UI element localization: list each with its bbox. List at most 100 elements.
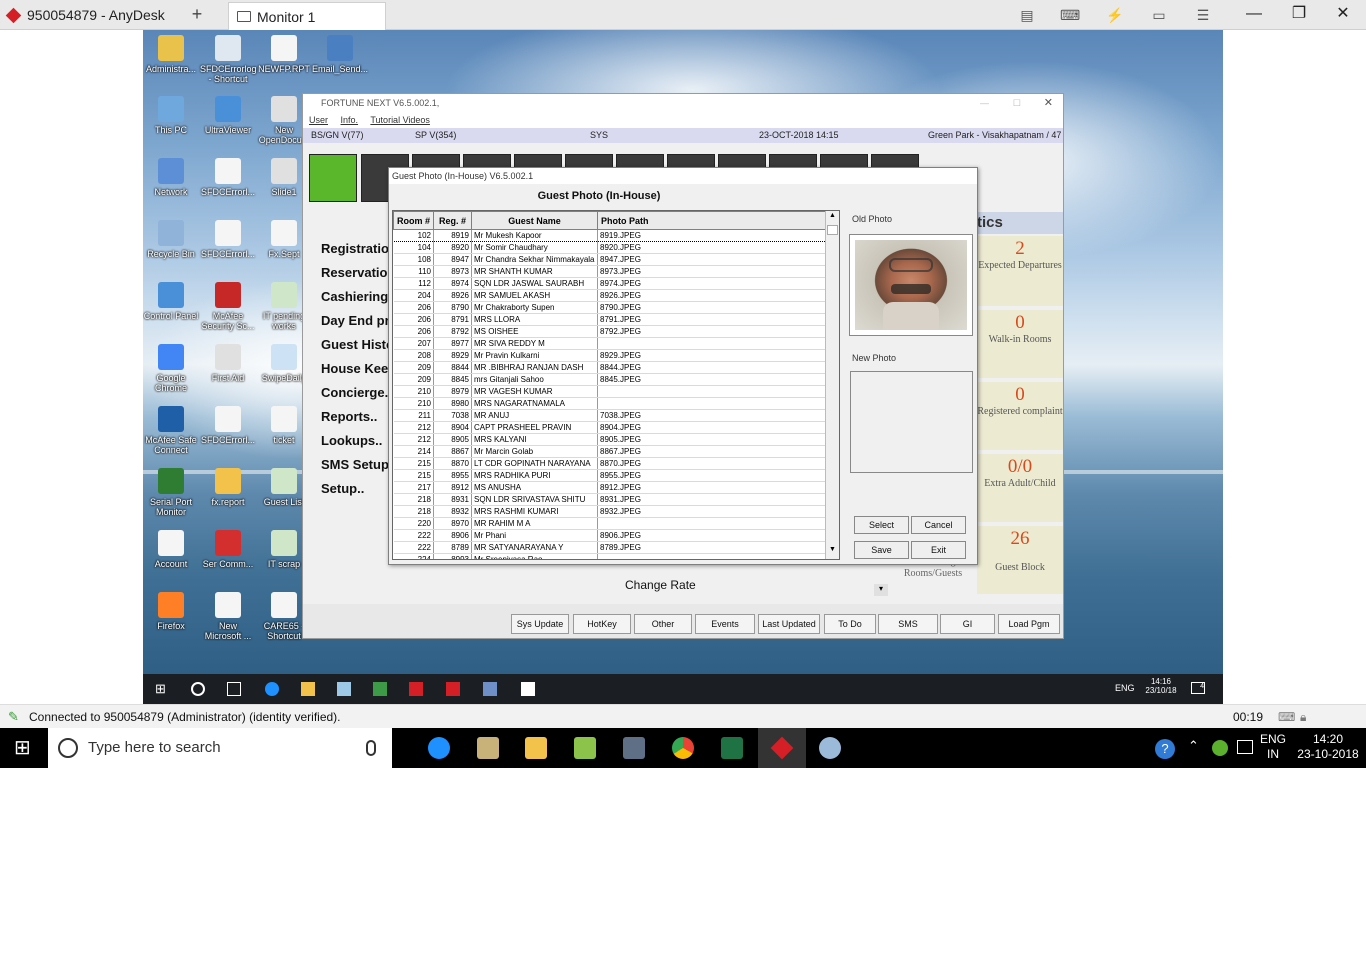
table-row[interactable]: 209 8844 MR .BIBHRAJ RANJAN DASH 8844.JPEG <box>393 361 826 374</box>
table-row[interactable]: 217 8912 MS ANUSHA 8912.JPEG <box>393 481 826 494</box>
desktop-icon[interactable]: Recycle Bin <box>143 220 199 259</box>
guest-grid-scrollbar[interactable]: ▲ ▼ <box>825 211 839 559</box>
desktop-icon[interactable]: Serial Port Monitor <box>143 468 199 517</box>
remote-network-app-icon[interactable] <box>483 682 497 696</box>
display-icon[interactable]: ▭ <box>1149 5 1169 25</box>
bottom-toolbar-button[interactable]: Sys Update <box>511 614 569 634</box>
new-photo-frame[interactable] <box>850 371 973 473</box>
remote-notification-icon[interactable]: 4 <box>1191 682 1205 694</box>
table-row[interactable]: 218 8932 MRS RASHMI KUMARI 8932.JPEG <box>393 505 826 518</box>
left-menu-item[interactable]: Cashiering.. <box>307 285 397 309</box>
scroll-thumb[interactable] <box>827 225 838 235</box>
select-button[interactable]: Select <box>854 516 909 534</box>
table-row[interactable]: 214 8867 Mr Marcin Golab 8867.JPEG <box>393 445 826 458</box>
table-row[interactable]: 108 8947 Mr Chandra Sekhar Nimmakayala 8947… <box>393 253 826 266</box>
fortune-maximize-icon[interactable]: ☐ <box>1013 94 1021 112</box>
desktop-icon[interactable]: Administra... <box>143 35 199 74</box>
table-row[interactable]: 212 8905 MRS KALYANI 8905.JPEG <box>393 433 826 446</box>
chat-icon[interactable]: ▤ <box>1017 5 1037 25</box>
start-icon[interactable]: ⊞ <box>14 737 36 759</box>
desktop-icon[interactable]: McAfee Security Sc... <box>200 282 256 331</box>
table-row[interactable]: 207 8977 MR SIVA REDDY M <box>393 337 826 350</box>
table-row[interactable]: 224 8993 Mr Sreenivasa Rao <box>393 553 826 559</box>
remote-app-icon[interactable] <box>337 682 351 696</box>
table-row[interactable]: 102 8919 Mr Mukesh Kapoor 8919.JPEG <box>393 229 826 242</box>
remote-fortune-icon[interactable] <box>521 682 535 696</box>
remote-start-icon[interactable]: ⊞ <box>155 682 169 696</box>
scroll-up-icon[interactable]: ▲ <box>827 212 838 223</box>
paint-icon[interactable] <box>819 737 841 759</box>
left-menu-item[interactable]: SMS Setup.. <box>307 453 397 477</box>
left-menu-item[interactable]: Lookups.. <box>307 429 397 453</box>
minimize-icon[interactable]: — <box>1234 2 1274 26</box>
table-row[interactable]: 112 8974 SQN LDR JASWAL SAURABH 8974.JPEG <box>393 277 826 290</box>
left-menu-item[interactable]: Day End pr.. <box>307 309 397 333</box>
desktop-icon[interactable]: NEWFP.RPT <box>256 35 312 74</box>
table-row[interactable]: 222 8789 MR SATYANARAYANA Y 8789.JPEG <box>393 541 826 554</box>
cancel-button[interactable]: Cancel <box>911 516 966 534</box>
left-menu-item[interactable]: House Keep.. <box>307 357 397 381</box>
remote-cortana-icon[interactable] <box>191 682 205 696</box>
remote-explorer-icon[interactable] <box>301 682 315 696</box>
table-row[interactable]: 210 8979 MR VAGESH KUMAR <box>393 385 826 398</box>
tray-app-icon[interactable] <box>1212 740 1228 756</box>
new-tab-icon[interactable]: + <box>188 4 206 26</box>
bottom-toolbar-button[interactable]: HotKey <box>573 614 631 634</box>
network-app-icon[interactable] <box>623 737 645 759</box>
local-clock[interactable]: 14:20 23-10-2018 <box>1296 732 1360 762</box>
scroll-down-icon[interactable]: ▼ <box>827 546 838 557</box>
table-row[interactable]: 206 8791 MRS LLORA 8791.JPEG <box>393 313 826 326</box>
desktop-icon[interactable]: McAfee Safe Connect <box>143 406 199 455</box>
desktop-icon[interactable]: New Microsoft ... <box>200 592 256 641</box>
table-row[interactable]: 222 8906 Mr Phani 8906.JPEG <box>393 529 826 542</box>
desktop-icon[interactable]: Firefox <box>143 592 199 631</box>
remote-lang[interactable]: ENG <box>1115 683 1135 693</box>
column-header-reg[interactable]: Reg. # <box>433 211 472 230</box>
desktop-icon[interactable]: Control Panel <box>143 282 199 321</box>
table-row[interactable]: 215 8955 MRS RADHIKA PURI 8955.JPEG <box>393 469 826 482</box>
desktop-icon[interactable]: Ser Comm... <box>200 530 256 569</box>
keyboard-status-icon[interactable]: ⌨ <box>1278 705 1295 729</box>
save-button[interactable]: Save <box>854 541 909 559</box>
table-row[interactable]: 211 7038 MR ANUJ 7038.JPEG <box>393 409 826 422</box>
column-header-guest-name[interactable]: Guest Name <box>471 211 598 230</box>
bottom-toolbar-button[interactable]: Events <box>695 614 755 634</box>
desktop-icon[interactable]: Network <box>143 158 199 197</box>
desktop-icon[interactable]: UltraViewer <box>200 96 256 135</box>
exit-button[interactable]: Exit <box>911 541 966 559</box>
lock-icon[interactable]: 🔒︎ <box>1300 705 1306 729</box>
table-row[interactable]: 220 8970 MR RAHIM M A <box>393 517 826 530</box>
remote-edge-icon[interactable] <box>265 682 279 696</box>
desktop-icon[interactable]: This PC <box>143 96 199 135</box>
chart-app-icon[interactable] <box>574 737 596 759</box>
taskbar-search-box[interactable]: Type here to search <box>48 728 392 768</box>
desktop-icon[interactable]: First Aid <box>200 344 256 383</box>
menu-icon[interactable]: ☰ <box>1193 5 1213 25</box>
bottom-toolbar-button[interactable]: SMS <box>878 614 938 634</box>
left-menu-item[interactable]: Reports.. <box>307 405 397 429</box>
table-row[interactable]: 110 8973 MR SHANTH KUMAR 8973.JPEG <box>393 265 826 278</box>
bottom-toolbar-button[interactable]: GI <box>940 614 995 634</box>
table-row[interactable]: 208 8929 Mr Pravin Kulkarni 8929.JPEG <box>393 349 826 362</box>
chrome-icon[interactable] <box>672 737 694 759</box>
bottom-toolbar-button[interactable]: Last Updated <box>758 614 820 634</box>
desktop-icon[interactable]: SFDCErrorl... <box>200 406 256 445</box>
stat-walkin-rooms[interactable]: 0 Walk-in Rooms <box>977 310 1063 380</box>
scroll-down-icon[interactable]: ▾ <box>874 584 888 596</box>
left-menu-item[interactable]: Concierge.. <box>307 381 397 405</box>
desktop-icon[interactable]: Account <box>143 530 199 569</box>
column-header-room[interactable]: Room # <box>393 211 434 230</box>
left-menu-item[interactable]: Guest Histo.. <box>307 333 397 357</box>
language-indicator[interactable]: ENG IN <box>1260 732 1286 762</box>
desktop-icon[interactable]: Email_Send... <box>312 35 368 74</box>
anydesk-taskbar-button[interactable] <box>758 728 806 768</box>
remote-excel-icon[interactable] <box>373 682 387 696</box>
remote-anydesk-icon[interactable] <box>409 682 423 696</box>
excel-icon[interactable] <box>721 737 743 759</box>
guest-photo-grid[interactable]: Room # Reg. # Guest Name Photo Path 102 8… <box>392 210 840 560</box>
actions-lightning-icon[interactable]: ⚡ <box>1105 5 1125 25</box>
desktop-icon[interactable]: SFDCErrorl... <box>200 158 256 197</box>
remote-taskview-icon[interactable] <box>227 682 241 696</box>
column-header-photo-path[interactable]: Photo Path <box>597 211 826 230</box>
table-row[interactable]: 206 8790 Mr Chakraborty Supen 8790.JPEG <box>393 301 826 314</box>
